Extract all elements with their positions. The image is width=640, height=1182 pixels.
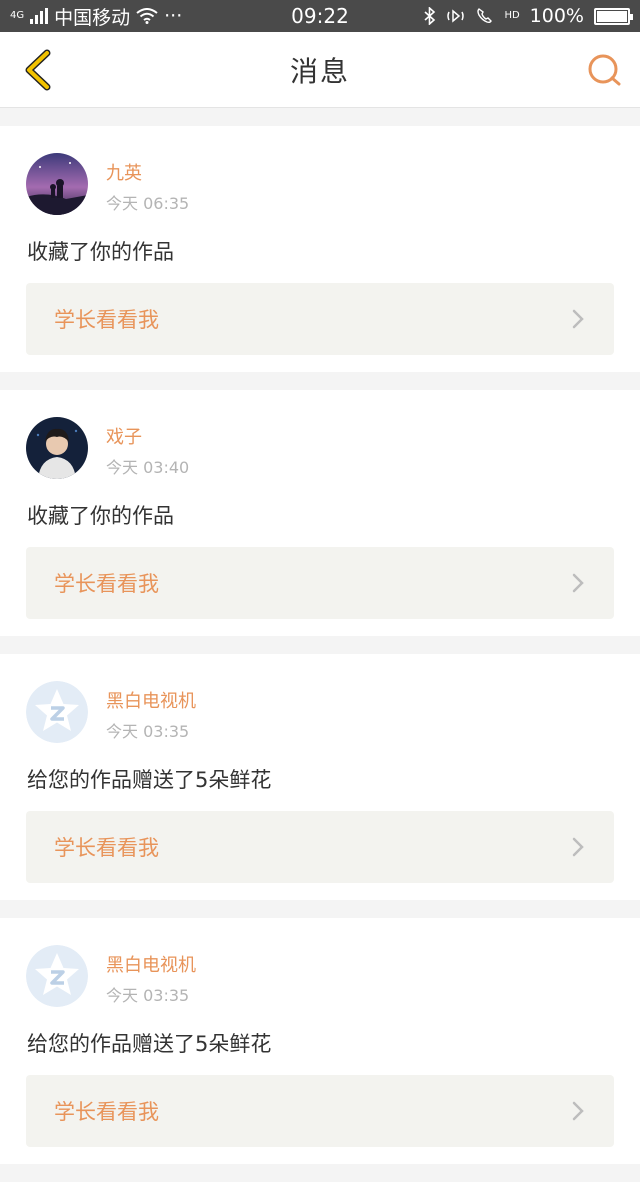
message-time: 今天 03:35 <box>106 722 190 741</box>
message-text: 给您的作品赠送了5朵鲜花 <box>27 1032 272 1056</box>
message-time: 今天 03:35 <box>106 986 190 1005</box>
default-avatar-star-icon <box>26 945 88 1007</box>
message-time: 今天 03:40 <box>106 458 190 477</box>
work-title: 学长看看我 <box>54 836 159 860</box>
sender-name[interactable]: 黑白电视机 <box>106 687 196 713</box>
volte-call-icon <box>477 8 493 24</box>
message-text: 给您的作品赠送了5朵鲜花 <box>27 768 272 792</box>
work-link-button[interactable]: 学长看看我 <box>26 283 614 355</box>
message-text: 收藏了你的作品 <box>27 240 174 264</box>
message-time: 今天 06:35 <box>106 194 190 213</box>
sender-name[interactable]: 戏子 <box>106 423 142 449</box>
avatar-photo-icon <box>26 417 88 479</box>
chevron-right-icon <box>572 837 584 857</box>
avatar[interactable] <box>26 681 88 743</box>
nfc-vibrate-icon <box>447 9 465 23</box>
work-title: 学长看看我 <box>54 572 159 596</box>
default-avatar-star-icon <box>26 681 88 743</box>
back-arrow-icon <box>25 49 51 91</box>
work-link-button[interactable]: 学长看看我 <box>26 547 614 619</box>
network-type: 4G <box>10 10 25 21</box>
chevron-right-icon <box>572 1101 584 1121</box>
page-title: 消息 <box>289 54 350 88</box>
chevron-right-icon <box>572 309 584 329</box>
bluetooth-icon <box>424 7 436 25</box>
back-button[interactable] <box>14 46 62 94</box>
sender-name[interactable]: 黑白电视机 <box>106 951 196 977</box>
sender-name[interactable]: 九英 <box>106 159 142 185</box>
more-notifications-icon: ··· <box>164 5 183 27</box>
wifi-icon <box>136 8 158 24</box>
work-link-button[interactable]: 学长看看我 <box>26 811 614 883</box>
search-button[interactable] <box>582 48 626 92</box>
message-card: 黑白电视机 今天 03:35 给您的作品赠送了5朵鲜花 学长看看我 <box>0 654 640 900</box>
status-bar: 4G 中国移动 ··· 09:22 HD 100% <box>0 0 640 32</box>
message-card: 黑白电视机 今天 03:35 给您的作品赠送了5朵鲜花 学长看看我 <box>0 918 640 1164</box>
avatar[interactable] <box>26 945 88 1007</box>
avatar[interactable] <box>26 153 88 215</box>
work-title: 学长看看我 <box>54 308 159 332</box>
search-icon <box>588 54 621 86</box>
signal-icon <box>30 8 49 24</box>
battery-icon <box>594 7 633 25</box>
work-link-button[interactable]: 学长看看我 <box>26 1075 614 1147</box>
work-title: 学长看看我 <box>54 1100 159 1124</box>
hd-badge: HD <box>504 10 520 21</box>
avatar[interactable] <box>26 417 88 479</box>
avatar-photo-icon <box>26 153 88 215</box>
message-card: 戏子 今天 03:40 收藏了你的作品 学长看看我 <box>0 390 640 636</box>
message-list: 九英 今天 06:35 收藏了你的作品 学长看看我 戏子 今天 03:40 收藏… <box>0 126 640 1182</box>
battery-percent: 100% <box>529 5 584 27</box>
message-card: 九英 今天 06:35 收藏了你的作品 学长看看我 <box>0 126 640 372</box>
carrier-name: 中国移动 <box>54 6 131 29</box>
message-text: 收藏了你的作品 <box>27 504 174 528</box>
chevron-right-icon <box>572 573 584 593</box>
app-header: 消息 <box>0 32 640 108</box>
